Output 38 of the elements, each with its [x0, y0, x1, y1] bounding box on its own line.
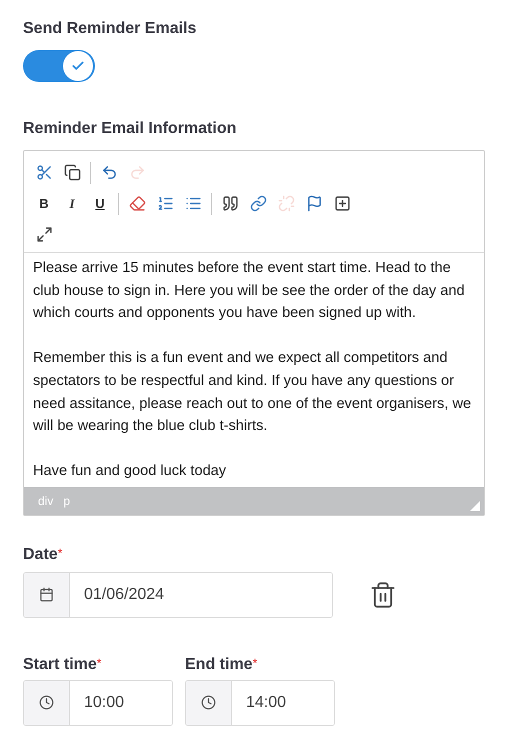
bullet-list-icon: [184, 195, 202, 212]
time-field[interactable]: 10:00: [23, 680, 173, 726]
link-icon: [250, 195, 266, 212]
required-mark: *: [252, 656, 258, 670]
time-field[interactable]: 14:00: [185, 680, 335, 726]
field-label: Start time: [23, 656, 97, 674]
scissors-icon: [36, 164, 52, 181]
format-button[interactable]: B: [32, 192, 56, 216]
required-mark: *: [58, 546, 62, 560]
maximize-icon: [36, 226, 52, 243]
field-label: Date: [23, 546, 58, 564]
copy-icon: [64, 164, 80, 181]
field-label: End time: [185, 656, 253, 674]
eraser-icon: [128, 195, 146, 212]
calendar-icon: [39, 587, 54, 602]
toggle-switch[interactable]: [23, 50, 95, 82]
paragraph: Have fun and good luck today: [33, 462, 228, 482]
add-box-icon: [334, 195, 350, 212]
clock-icon: [39, 695, 54, 710]
format-button[interactable]: I: [60, 192, 84, 216]
field-label: Reminder Email Information: [23, 120, 236, 138]
quote-icon: [222, 195, 238, 212]
clock-icon: [201, 695, 216, 710]
date-field[interactable]: 01/06/2024: [23, 572, 333, 618]
paragraph: Please arrive 15 minutes before the event start time. Head to the club house to sign in. Here you will be see the order of the day and which courts and opponents you have been signed up with.: [33, 259, 466, 324]
unlink-icon: [278, 195, 294, 212]
paragraph: Remember this is a fun event and we expect all competitors and spectators to be respectful and kind. If you have any questions or need assitance, please reach out to one of the event organisers, we will be wearing the blue club t-shirts.: [33, 349, 472, 436]
numbered-list-icon: [156, 195, 174, 212]
flag-icon: [306, 195, 322, 212]
required-mark: *: [96, 656, 102, 670]
check-icon: [71, 59, 85, 73]
resize-handle-icon[interactable]: [470, 500, 480, 511]
redo-icon: [128, 164, 146, 181]
undo-icon: [100, 164, 118, 181]
field-label: Send Reminder Emails: [23, 20, 196, 38]
delete-button[interactable]: [369, 580, 397, 609]
trash-icon: [369, 580, 397, 609]
format-button[interactable]: U: [88, 192, 112, 216]
